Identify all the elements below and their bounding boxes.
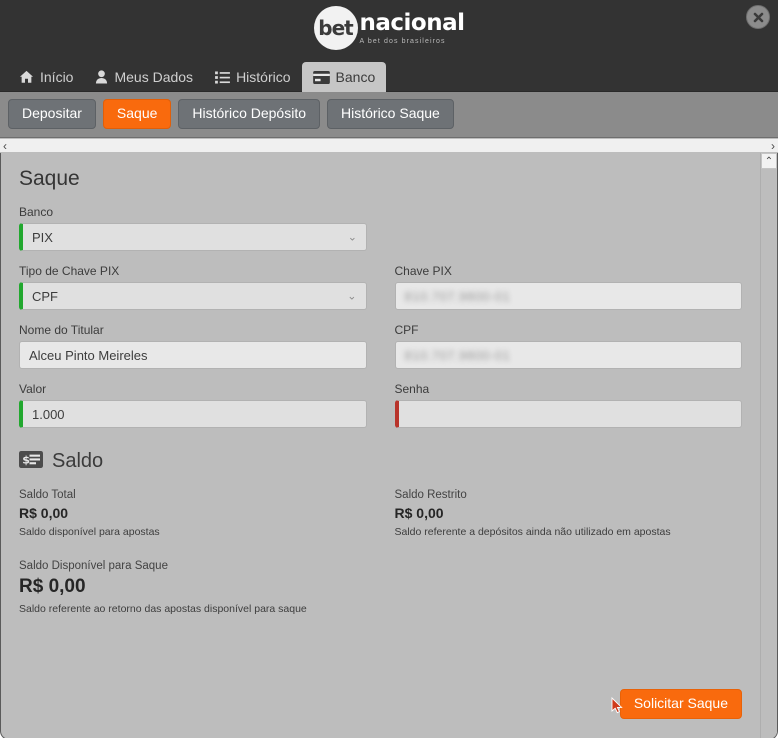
- svg-text:$: $: [22, 453, 30, 466]
- content-area: Saque Banco PIX ⌄ Tipo de Chave PIX CPF …: [0, 153, 778, 738]
- balance-row-top: Saldo Total R$ 0,00 Saldo disponível par…: [19, 489, 742, 538]
- chevron-down-icon: ⌄: [347, 290, 357, 303]
- page-title: Saque: [19, 167, 80, 191]
- select-tipo-chave-pix-value: CPF: [32, 288, 58, 304]
- withdrawal-window: bet nacional A bet dos brasileiros Iníci…: [0, 0, 778, 738]
- input-chave-pix[interactable]: 810.707.9800-01: [394, 282, 742, 311]
- field-banco: Banco PIX ⌄: [19, 205, 367, 252]
- nav-item-historico[interactable]: Histórico: [204, 62, 301, 92]
- input-senha[interactable]: [394, 400, 742, 429]
- nav-item-banco[interactable]: Banco: [301, 62, 387, 92]
- logo-bubble: bet: [313, 6, 358, 50]
- input-nome-titular[interactable]: Alceu Pinto Meireles: [19, 341, 367, 370]
- field-senha: Senha: [394, 382, 742, 429]
- saldo-title: Saldo: [52, 450, 104, 473]
- subtab-historico-saque[interactable]: Histórico Saque: [327, 99, 454, 130]
- label-tipo-chave-pix: Tipo de Chave PIX: [19, 264, 120, 279]
- balance-note: Saldo referente ao retorno das apostas d…: [19, 603, 307, 616]
- vertical-scrollbar-track[interactable]: [761, 169, 777, 738]
- field-row-valor-senha: Valor 1.000 Senha: [19, 382, 742, 429]
- main-navigation: Início Meus Dados Histórico Banco: [0, 56, 778, 92]
- balance-value: R$ 0,00: [19, 505, 69, 522]
- nav-item-inicio[interactable]: Início: [8, 62, 84, 92]
- nav-item-meus-dados-label: Meus Dados: [114, 68, 194, 85]
- select-banco[interactable]: PIX ⌄: [19, 223, 367, 252]
- select-banco-value: PIX: [32, 229, 53, 245]
- field-valor: Valor 1.000: [19, 382, 367, 429]
- balance-note: Saldo disponível para apostas: [19, 526, 160, 539]
- subtab-saque[interactable]: Saque: [102, 99, 172, 130]
- nav-item-meus-dados[interactable]: Meus Dados: [84, 62, 204, 92]
- scroll-up-arrow-icon[interactable]: ⌃: [761, 153, 777, 170]
- scroll-left-arrow-icon[interactable]: ‹: [3, 140, 7, 152]
- card-icon: [312, 70, 330, 84]
- balance-saldo-restrito: Saldo Restrito R$ 0,00 Saldo referente a…: [395, 489, 743, 538]
- close-icon: [753, 12, 763, 22]
- input-cpf[interactable]: 810.707.9800-01: [394, 341, 742, 370]
- solicitar-saque-button[interactable]: Solicitar Saque: [619, 689, 742, 720]
- input-valor-value: 1.000: [32, 406, 65, 422]
- scroll-right-arrow-icon[interactable]: ›: [771, 140, 775, 152]
- logo-bet-text: bet: [318, 16, 353, 40]
- label-valor: Valor: [19, 382, 47, 397]
- logo-nacional-text: nacional: [359, 9, 466, 36]
- balance-saldo-disponivel-saque: Saldo Disponível para Saque R$ 0,00 Sald…: [19, 560, 659, 615]
- withdrawal-panel: Saque Banco PIX ⌄ Tipo de Chave PIX CPF …: [0, 153, 778, 738]
- field-row-titular: Nome do Titular Alceu Pinto Meireles CPF…: [19, 323, 742, 370]
- nav-item-inicio-label: Início: [40, 68, 74, 85]
- field-row-banco: Banco PIX ⌄: [19, 205, 742, 252]
- list-icon: [215, 70, 230, 84]
- input-valor[interactable]: 1.000: [19, 400, 367, 429]
- chevron-down-icon: ⌄: [347, 231, 357, 244]
- banking-subtabs: Depositar Saque Histórico Depósito Histó…: [0, 92, 778, 139]
- field-chave-pix: Chave PIX 810.707.9800-01: [394, 264, 742, 311]
- label-cpf: CPF: [394, 323, 419, 338]
- subtab-depositar[interactable]: Depositar: [8, 99, 96, 130]
- close-button[interactable]: [746, 5, 770, 29]
- nav-item-historico-label: Histórico: [236, 68, 291, 85]
- field-cpf: CPF 810.707.9800-01: [394, 323, 742, 370]
- balance-value: R$ 0,00: [394, 505, 444, 522]
- label-chave-pix: Chave PIX: [394, 264, 452, 279]
- horizontal-scrollbar[interactable]: ‹ ›: [0, 138, 778, 154]
- select-tipo-chave-pix[interactable]: CPF ⌄: [19, 282, 367, 311]
- balance-note: Saldo referente a depósitos ainda não ut…: [394, 526, 671, 539]
- nav-item-banco-label: Banco: [335, 68, 376, 85]
- brand-logo: bet nacional A bet dos brasileiros: [0, 6, 778, 50]
- balance-row-bottom: Saldo Disponível para Saque R$ 0,00 Sald…: [19, 560, 742, 615]
- field-nome-titular: Nome do Titular Alceu Pinto Meireles: [19, 323, 367, 370]
- vertical-scrollbar[interactable]: ⌃: [760, 153, 777, 738]
- window-header: bet nacional A bet dos brasileiros: [0, 0, 778, 56]
- home-icon: [19, 70, 34, 84]
- balance-saldo-total: Saldo Total R$ 0,00 Saldo disponível par…: [19, 489, 367, 538]
- label-senha: Senha: [394, 382, 430, 397]
- balance-label: Saldo Disponível para Saque: [19, 560, 168, 573]
- field-tipo-chave-pix: Tipo de Chave PIX CPF ⌄: [19, 264, 367, 311]
- input-nome-titular-value: Alceu Pinto Meireles: [29, 347, 148, 363]
- saldo-section-header: $ Saldo: [19, 450, 742, 473]
- logo-tagline: A bet dos brasileiros: [359, 37, 446, 45]
- balance-value: R$ 0,00: [19, 576, 86, 598]
- label-banco: Banco: [19, 205, 54, 220]
- balance-label: Saldo Total: [19, 489, 76, 502]
- user-icon: [95, 70, 108, 84]
- label-nome-titular: Nome do Titular: [19, 323, 104, 338]
- input-cpf-value: 810.707.9800-01: [404, 347, 511, 363]
- field-row-chave: Tipo de Chave PIX CPF ⌄ Chave PIX 810.70…: [19, 264, 742, 311]
- withdrawal-form: Saque Banco PIX ⌄ Tipo de Chave PIX CPF …: [1, 153, 760, 738]
- money-card-icon: $: [19, 450, 43, 473]
- input-chave-pix-value: 810.707.9800-01: [404, 288, 511, 304]
- subtab-historico-deposito[interactable]: Histórico Depósito: [178, 99, 321, 130]
- balance-label: Saldo Restrito: [394, 489, 467, 502]
- form-actions: Solicitar Saque: [611, 689, 742, 720]
